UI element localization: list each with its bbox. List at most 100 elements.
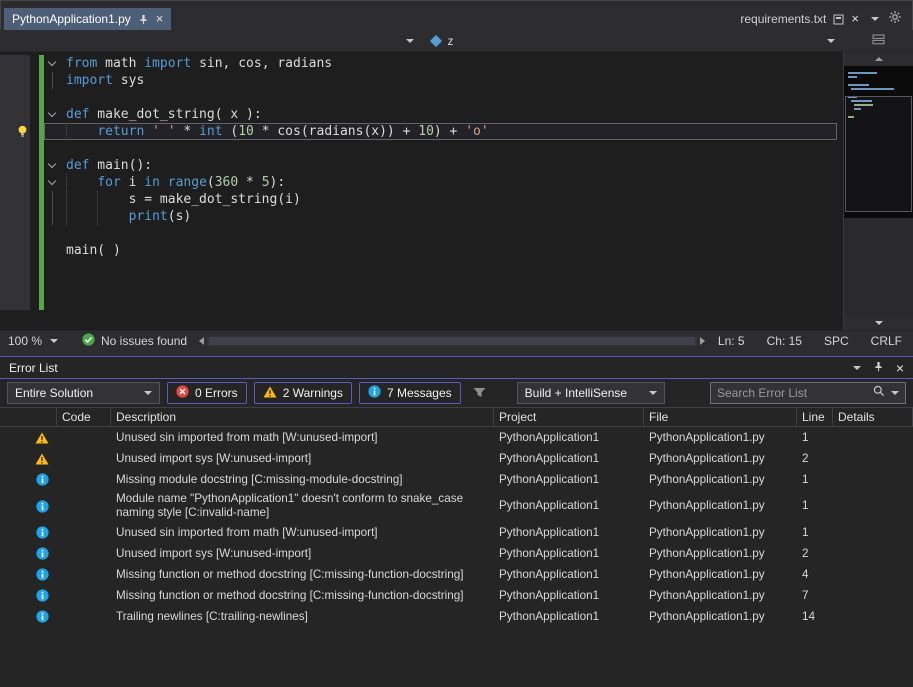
code-text[interactable]: from math import sin, cos, radians (60, 55, 837, 72)
pin-icon[interactable] (873, 359, 884, 377)
code-line-11[interactable] (0, 225, 843, 242)
tab-list-chevron-icon[interactable] (871, 17, 879, 21)
cell-file: PythonApplication1.py (644, 497, 797, 515)
col-line[interactable]: Line (797, 408, 833, 426)
cell-description: Unused import sys [W:unused-import] (111, 450, 494, 468)
split-editor-icon[interactable] (872, 32, 885, 50)
gutter-gap (30, 225, 39, 242)
code-text[interactable]: for i in range(360 * 5): (60, 174, 837, 191)
code-text[interactable] (60, 259, 837, 276)
code-line-10[interactable]: print(s) (0, 208, 843, 225)
code-line-13[interactable] (0, 259, 843, 276)
error-list-title-bar[interactable]: Error List × (0, 357, 913, 379)
search-error-list-box[interactable] (710, 382, 906, 404)
warnings-filter-button[interactable]: 2 Warnings (254, 382, 352, 404)
error-row[interactable]: Module name "PythonApplication1" doesn't… (0, 490, 913, 522)
messages-filter-button[interactable]: 7 Messages (359, 382, 461, 404)
error-row[interactable]: Missing function or method docstring [C:… (0, 585, 913, 606)
code-line-7[interactable]: def main(): (0, 157, 843, 174)
code-line-5[interactable]: return ' ' * int (10 * cos(radians(x)) +… (0, 123, 843, 140)
minimap[interactable] (844, 66, 913, 316)
code-line-8[interactable]: for i in range(360 * 5): (0, 174, 843, 191)
code-line-1[interactable]: from math import sin, cos, radians (0, 55, 843, 72)
col-code[interactable]: Code (57, 408, 111, 426)
tab-requirements[interactable]: requirements.txt × (732, 8, 867, 30)
error-row[interactable]: Unused sin imported from math [W:unused-… (0, 522, 913, 543)
col-file[interactable]: File (644, 408, 797, 426)
health-indicator[interactable]: No issues found (72, 333, 197, 349)
code-line-2[interactable]: import sys (0, 72, 843, 89)
filter-icon[interactable] (468, 382, 492, 404)
error-row[interactable]: Missing module docstring [C:missing-modu… (0, 469, 913, 490)
code-text[interactable] (60, 140, 837, 157)
keep-open-icon[interactable] (833, 14, 844, 25)
hscroll-thumb[interactable] (209, 337, 695, 345)
chevron-down-icon[interactable] (891, 391, 899, 395)
code-line-9[interactable]: s = make_dot_string(i) (0, 191, 843, 208)
fold-collapse-icon[interactable] (44, 174, 60, 191)
scroll-up-icon[interactable] (875, 57, 883, 61)
cell-details (833, 615, 913, 619)
fold-collapse-icon[interactable] (44, 55, 60, 72)
line-body (44, 293, 837, 310)
cell-details (833, 457, 913, 461)
code-line-4[interactable]: def make_dot_string( x ): (0, 106, 843, 123)
build-intellisense-dropdown[interactable]: Build + IntelliSense (517, 382, 665, 404)
code-text[interactable]: return ' ' * int (10 * cos(radians(x)) +… (60, 123, 837, 140)
navbar-project-dropdown[interactable] (0, 30, 422, 51)
scroll-left-icon[interactable] (199, 337, 204, 345)
tab-pythonapplication1[interactable]: PythonApplication1.py × (4, 8, 171, 30)
code-text[interactable] (60, 89, 837, 106)
code-line-14[interactable] (0, 276, 843, 293)
error-row[interactable]: Unused import sys [W:unused-import]Pytho… (0, 448, 913, 469)
close-icon[interactable]: × (156, 13, 164, 25)
scroll-down-icon[interactable] (875, 321, 883, 325)
cell-file: PythonApplication1.py (644, 545, 797, 563)
code-line-6[interactable] (0, 140, 843, 157)
gutter-gap (30, 106, 39, 123)
error-list-header: Code Description Project File Line Detai… (0, 407, 913, 427)
error-row[interactable]: Unused sin imported from math [W:unused-… (0, 427, 913, 448)
gutter-gap (30, 55, 39, 72)
code-text[interactable] (60, 225, 837, 242)
fold-collapse-icon[interactable] (44, 106, 60, 123)
error-row[interactable]: Unused import sys [W:unused-import]Pytho… (0, 543, 913, 564)
navbar-member-dropdown[interactable]: z (422, 30, 844, 51)
settings-gear-icon[interactable] (889, 10, 901, 28)
col-description[interactable]: Description (111, 408, 494, 426)
fold-collapse-icon[interactable] (44, 157, 60, 174)
window-menu-chevron-icon[interactable] (853, 366, 861, 370)
lightbulb-icon[interactable] (0, 123, 30, 140)
code-text[interactable]: s = make_dot_string(i) (60, 191, 837, 208)
scroll-right-icon[interactable] (700, 337, 705, 345)
error-row[interactable]: Trailing newlines [C:trailing-newlines]P… (0, 606, 913, 627)
code-text[interactable]: import sys (60, 72, 837, 89)
errors-filter-button[interactable]: 0 Errors (167, 382, 247, 404)
col-severity[interactable] (0, 408, 57, 426)
code-text[interactable] (60, 276, 837, 293)
code-line-3[interactable] (0, 89, 843, 106)
code-text[interactable]: def main(): (60, 157, 837, 174)
zoom-dropdown[interactable]: 100 % (0, 331, 72, 350)
editor-scrollbar[interactable] (843, 52, 913, 330)
scope-dropdown[interactable]: Entire Solution (7, 382, 160, 404)
col-details[interactable]: Details (833, 408, 913, 426)
code-text[interactable]: main( ) (60, 242, 837, 259)
code-line-15[interactable] (0, 293, 843, 310)
pin-icon[interactable] (138, 14, 149, 25)
error-row[interactable]: Missing function or method docstring [C:… (0, 564, 913, 585)
code-line-12[interactable]: main( ) (0, 242, 843, 259)
horizontal-scrollbar[interactable] (197, 336, 707, 346)
hscroll-track[interactable] (207, 336, 697, 346)
code-editor[interactable]: from math import sin, cos, radiansimport… (0, 52, 843, 330)
code-text[interactable] (60, 293, 837, 310)
search-icon[interactable] (873, 384, 885, 402)
code-text[interactable]: print(s) (60, 208, 837, 225)
col-project[interactable]: Project (494, 408, 644, 426)
close-icon[interactable]: × (896, 362, 904, 374)
close-icon[interactable]: × (851, 13, 859, 25)
search-input[interactable] (717, 386, 867, 400)
cell-description: Trailing newlines [C:trailing-newlines] (111, 608, 494, 626)
minimap-viewport[interactable] (845, 96, 912, 212)
code-text[interactable]: def make_dot_string( x ): (60, 106, 837, 123)
